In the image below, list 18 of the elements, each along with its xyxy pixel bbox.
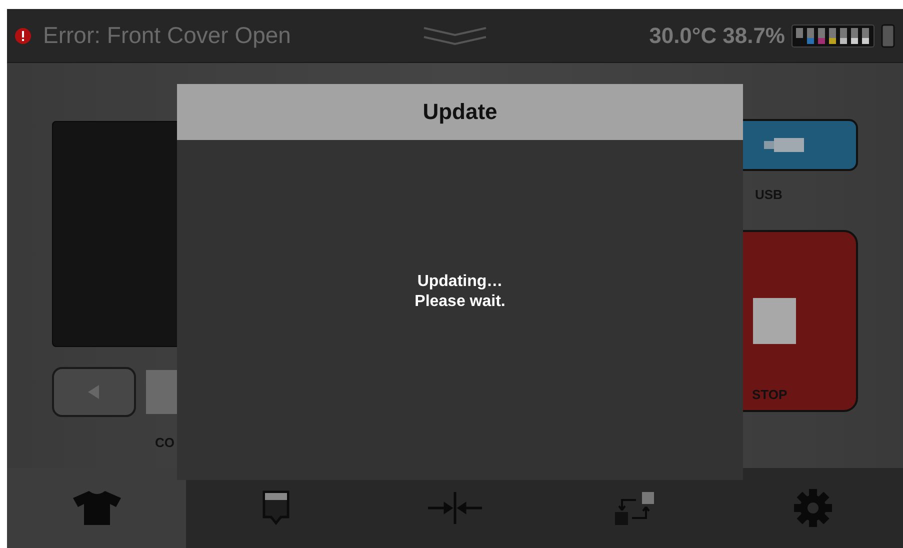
- back-button[interactable]: [52, 367, 136, 417]
- humidity-reading: 38.7%: [722, 22, 785, 48]
- nav-tab[interactable]: [7, 468, 186, 548]
- cartridge-icon: [881, 24, 895, 48]
- usb-drive-icon: [764, 138, 804, 152]
- ink-level-icon: [791, 24, 875, 48]
- left-arrow-icon: [88, 385, 100, 399]
- temperature-reading: 30.0°C: [649, 22, 717, 48]
- settings-icon: [793, 488, 834, 528]
- stop-icon: [753, 298, 796, 344]
- error-icon: [15, 28, 31, 44]
- swap-icon: [614, 490, 654, 526]
- error-message: Error: Front Cover Open: [43, 22, 291, 49]
- dialog-message: Updating… Please wait.: [414, 272, 506, 312]
- dialog-title: Update: [422, 99, 498, 125]
- tray-icon: [260, 490, 291, 526]
- align-center-icon: [426, 490, 484, 526]
- t-shirt-icon: [72, 490, 122, 526]
